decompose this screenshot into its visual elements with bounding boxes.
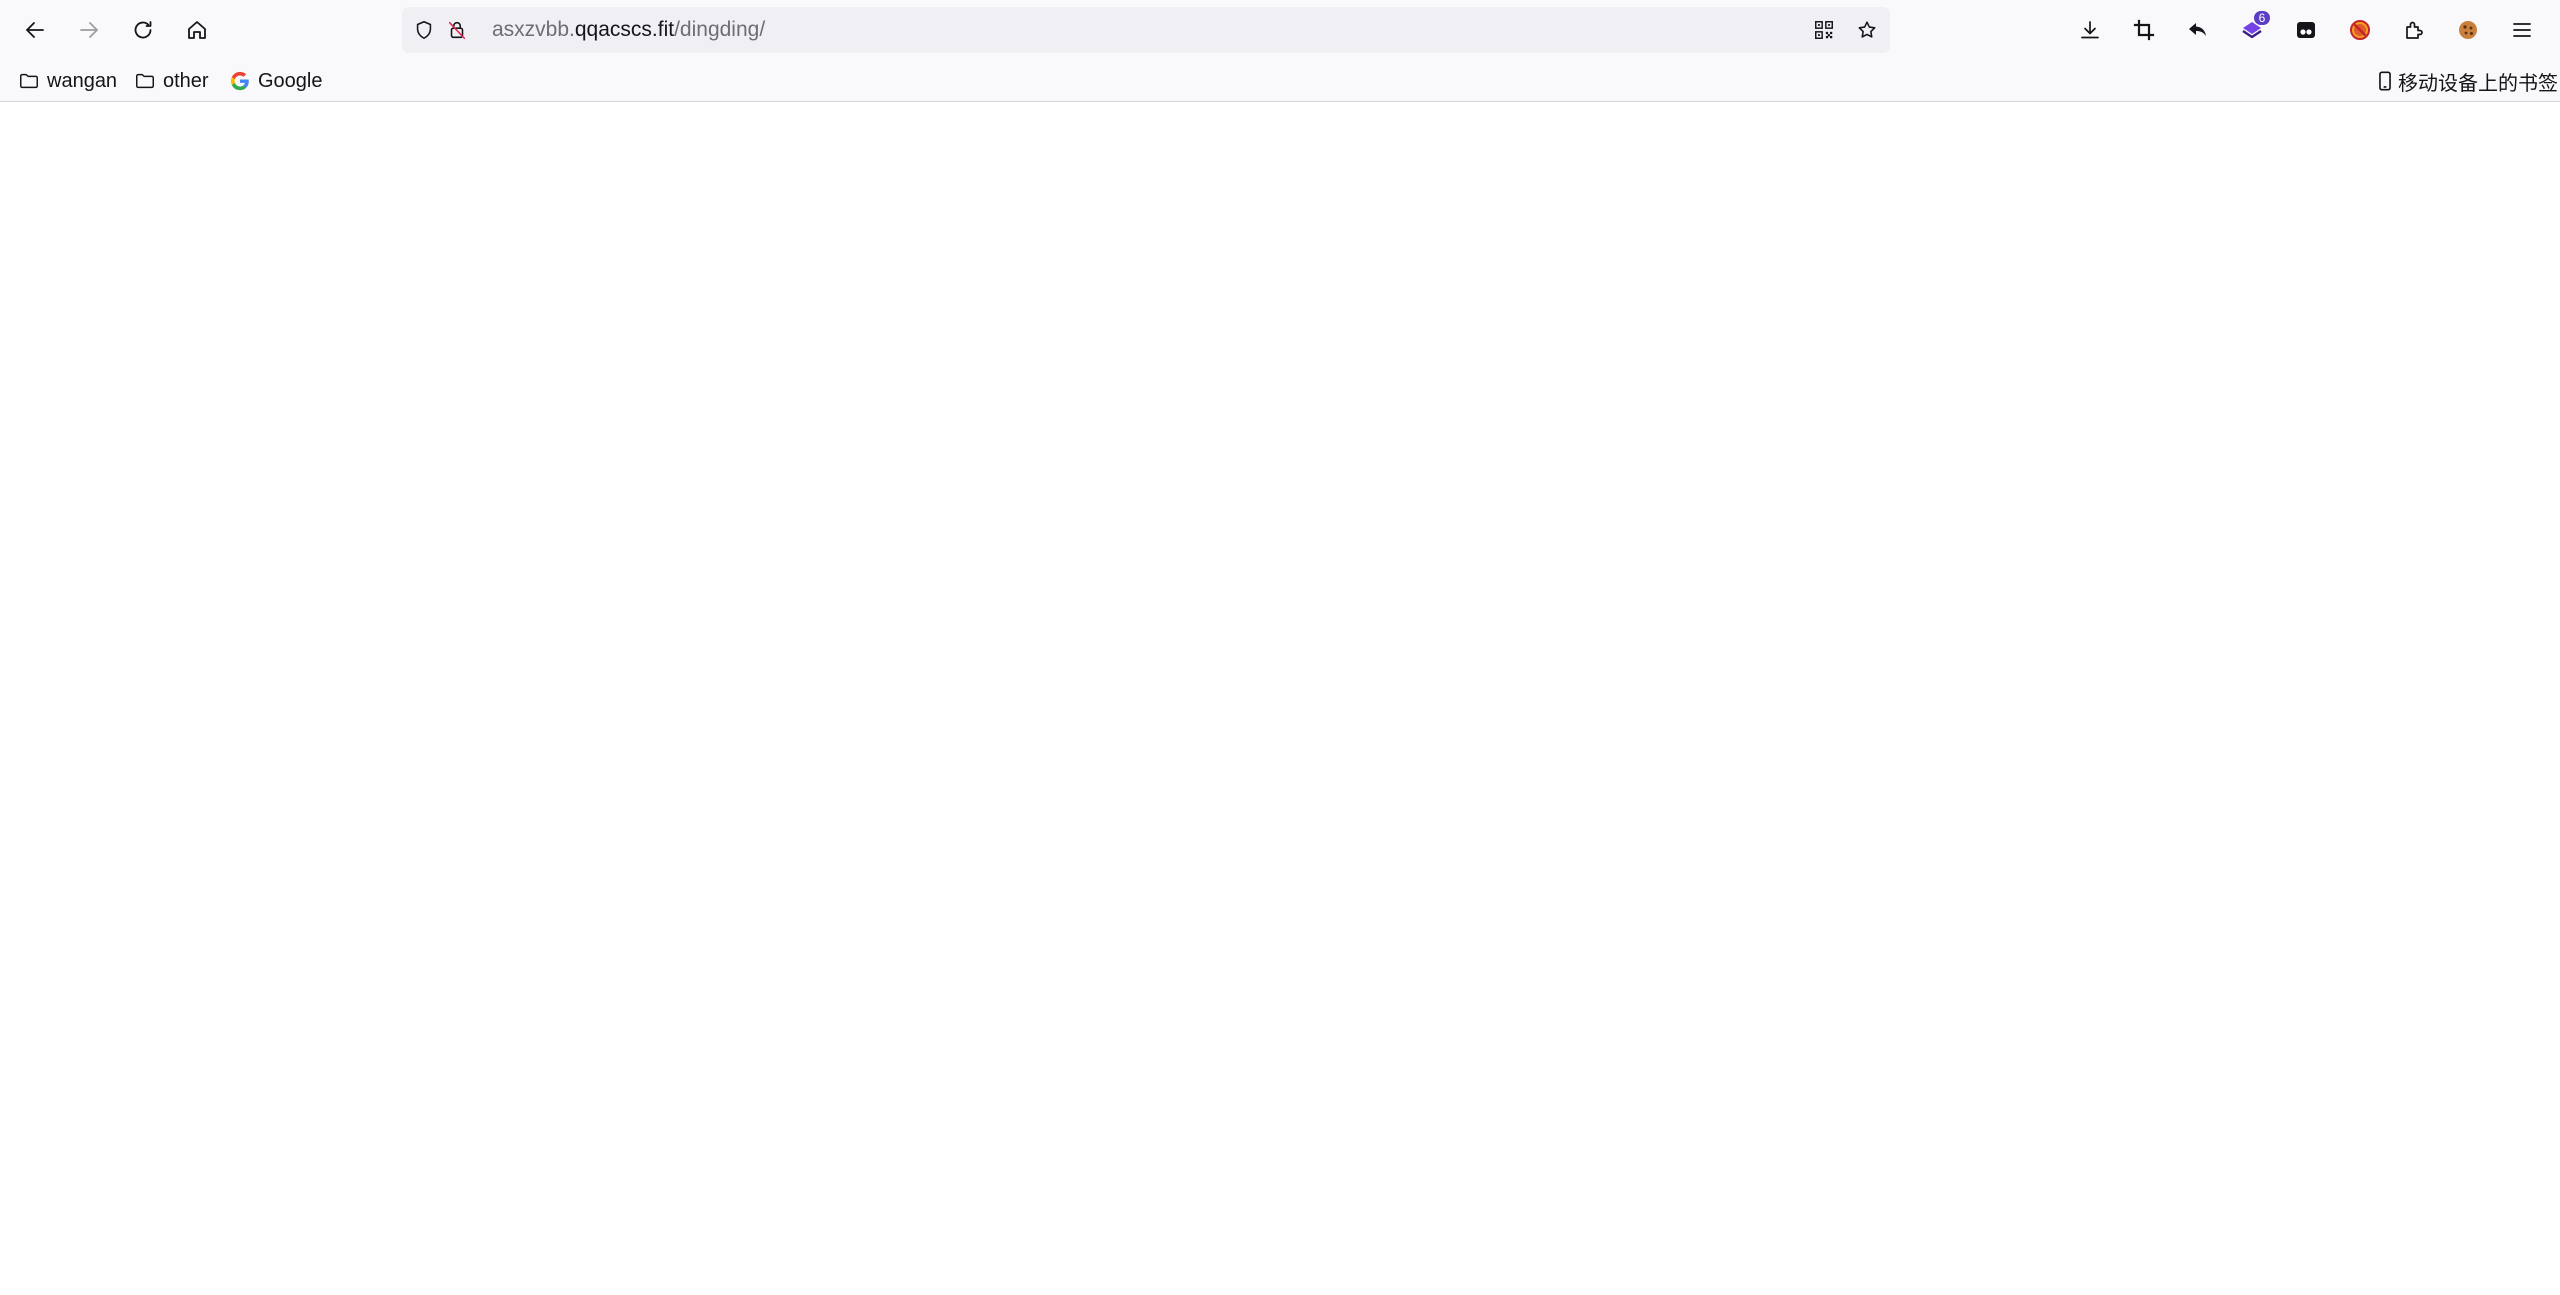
- tracking-protection-shield-icon[interactable]: [412, 18, 436, 42]
- bookmark-folder-other[interactable]: other: [134, 65, 209, 97]
- extension-badge-count: 6: [2254, 11, 2270, 25]
- url-subdomain: asxzvbb.: [492, 18, 575, 41]
- folder-icon: [20, 73, 38, 89]
- home-button[interactable]: [177, 10, 217, 50]
- mobile-bookmarks-folder[interactable]: 移动设备上的书签: [2374, 65, 2558, 97]
- arrow-right-icon: [80, 22, 98, 38]
- reload-icon: [134, 21, 152, 39]
- url-host: qqacscs.fit: [574, 18, 675, 41]
- url-text[interactable]: asxzvbb.qqacscs.fit/dingding/: [492, 7, 765, 53]
- browser-window: asxzvbb.qqacscs.fit/dingding/ 6 wangan o…: [0, 0, 2560, 1295]
- browser-chrome: asxzvbb.qqacscs.fit/dingding/ 6 wangan o…: [0, 0, 2560, 102]
- bookmark-google[interactable]: Google: [229, 65, 323, 97]
- bookmarks-toolbar: wangan other Google 移动设备上的书签: [0, 62, 2560, 100]
- url-path: /dingding/: [674, 18, 766, 41]
- bookmark-label: 移动设备上的书签: [2398, 72, 2558, 95]
- bookmark-label: wangan: [47, 69, 118, 92]
- back-button[interactable]: [15, 10, 55, 50]
- arrow-left-icon: [26, 22, 44, 38]
- bookmark-folder-wangan[interactable]: wangan: [18, 65, 117, 97]
- extension-purple-button[interactable]: 6: [2232, 10, 2272, 50]
- page-content: [0, 102, 2560, 1295]
- crop-icon: [2133, 19, 2155, 41]
- bookmark-label: other: [163, 69, 209, 92]
- blocker-icon: [2350, 20, 2370, 40]
- cookie-icon: [2459, 21, 2477, 39]
- home-icon: [188, 21, 206, 39]
- qr-code-icon[interactable]: [1812, 18, 1836, 42]
- bookmark-star-icon[interactable]: [1855, 18, 1879, 42]
- extension-dark-button[interactable]: [2286, 10, 2326, 50]
- mobile-device-icon: [2379, 71, 2391, 91]
- app-menu-button[interactable]: [2502, 10, 2542, 50]
- hamburger-menu-icon: [2513, 23, 2531, 37]
- download-icon: [2081, 21, 2099, 39]
- forward-button[interactable]: [69, 10, 109, 50]
- undo-close-tab-button[interactable]: [2178, 10, 2218, 50]
- undo-arrow-icon: [2189, 23, 2206, 36]
- downloads-button[interactable]: [2070, 10, 2110, 50]
- google-icon: [230, 71, 249, 91]
- dark-mask-icon: [2297, 22, 2315, 38]
- bookmark-label: Google: [258, 69, 323, 92]
- navigation-toolbar: asxzvbb.qqacscs.fit/dingding/ 6: [0, 0, 2560, 60]
- extension-blocker-button[interactable]: [2340, 10, 2380, 50]
- insecure-lock-icon[interactable]: [445, 18, 469, 42]
- puzzle-piece-icon: [2406, 21, 2423, 39]
- url-bar[interactable]: asxzvbb.qqacscs.fit/dingding/: [402, 7, 1890, 53]
- screenshot-crop-button[interactable]: [2124, 10, 2164, 50]
- folder-icon: [136, 73, 154, 89]
- extensions-menu-button[interactable]: [2394, 10, 2434, 50]
- reload-button[interactable]: [123, 10, 163, 50]
- extension-cookie-button[interactable]: [2448, 10, 2488, 50]
